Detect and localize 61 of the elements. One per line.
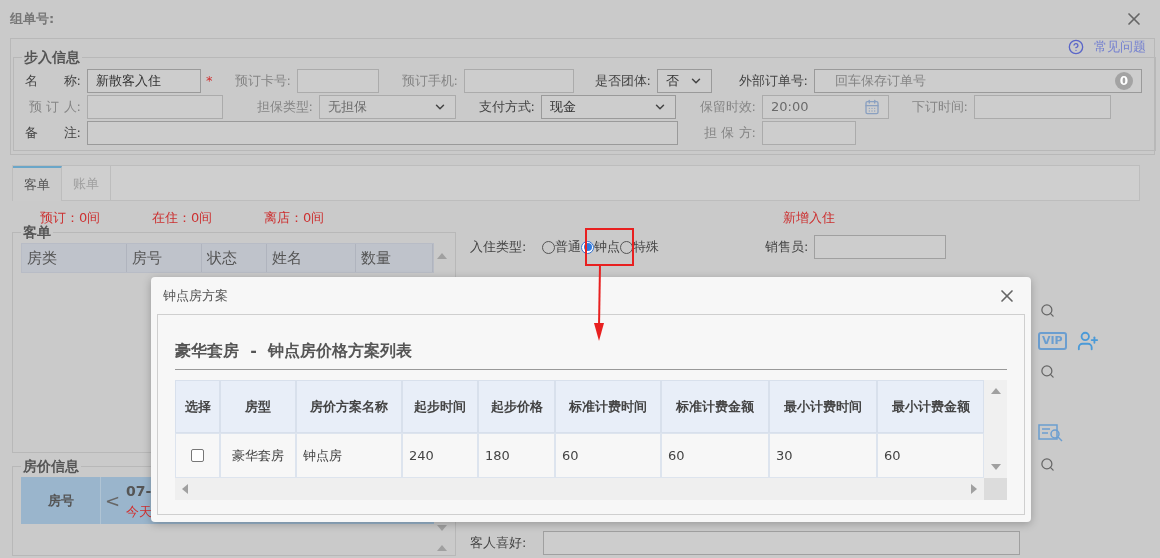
table-cell: 60 — [877, 433, 984, 478]
field-label: 下订时间: — [910, 98, 968, 117]
column-header: 起步价格 — [478, 380, 555, 433]
table-cell: 钟点房 — [296, 433, 402, 478]
select-field[interactable]: 现金 — [541, 95, 676, 119]
field-label: 名 称: — [23, 72, 81, 91]
column-header: 房号 — [127, 244, 203, 272]
dialog-title: 钟点房方案 — [163, 286, 228, 305]
table-heading: 豪华套房 - 钟点房价格方案列表 — [175, 339, 1007, 370]
room-count: 预订：0间 — [40, 209, 102, 226]
column-header: 标准计费时间 — [555, 380, 661, 433]
column-header: 姓名 — [266, 244, 357, 272]
column-header: 房号 — [21, 477, 101, 525]
radio-option[interactable]: 普通 — [542, 237, 581, 257]
field-label: 预订手机: — [400, 72, 458, 91]
field-label: 预 订 人: — [28, 98, 81, 117]
today-label: 今天 — [126, 502, 153, 521]
column-header: 房价方案名称 — [296, 380, 402, 433]
previous-date-button[interactable]: < — [105, 487, 121, 515]
table-cell: 180 — [478, 433, 555, 478]
select-field[interactable]: 否 — [657, 69, 712, 93]
section-title: 房价信息 — [22, 457, 80, 477]
table-cell: 30 — [769, 433, 877, 478]
field-label: 是否团体: — [593, 72, 651, 91]
radio-option[interactable]: 钟点 — [581, 237, 620, 257]
table-cell: 60 — [661, 433, 769, 478]
table-cell: 豪华套房 — [220, 433, 296, 478]
field-label: 担保类型: — [255, 98, 313, 117]
section-title: 客单 — [22, 224, 51, 242]
field-label: 外部订单号: — [737, 72, 808, 91]
required-mark: * — [206, 72, 213, 91]
date-label: 07- — [126, 481, 153, 501]
input-field[interactable]: 回车保存订单号 0 — [814, 69, 1142, 93]
column-header: 最小计费时间 — [769, 380, 877, 433]
new-checkin-link[interactable]: 新增入住 — [783, 208, 835, 228]
table-cell: 60 — [555, 433, 661, 478]
tab[interactable]: 客单 — [13, 166, 62, 201]
room-count: 在住：0间 — [152, 209, 214, 228]
faq-link[interactable]: 常见问题 — [1094, 37, 1146, 57]
column-header: 房型 — [220, 380, 296, 433]
field-label: 备 注: — [23, 124, 81, 143]
window-title: 组单号: — [10, 10, 55, 29]
count-badge: 0 — [1115, 72, 1133, 90]
section-title: 步入信息 — [23, 48, 81, 67]
room-count: 离店：0间 — [264, 209, 326, 228]
column-header: 状态 — [202, 244, 267, 272]
column-header: 标准计费金额 — [661, 380, 769, 433]
column-header: 数量 — [356, 244, 433, 272]
table-cell: 240 — [402, 433, 478, 478]
field-label: 保留时效: — [698, 98, 756, 117]
column-header: 选择 — [175, 380, 220, 433]
field-label: 入住类型: — [470, 238, 528, 257]
column-header: 最小计费金额 — [877, 380, 984, 433]
field-label: 担 保 方: — [703, 124, 756, 143]
column-header: 房类 — [22, 244, 128, 272]
field-label: 销售员: — [765, 238, 809, 257]
field-label: 预订卡号: — [233, 72, 291, 91]
input-field[interactable]: 新散客入住 — [87, 69, 201, 93]
field-label: 支付方式: — [477, 98, 535, 117]
field-label: 客人喜好: — [470, 534, 528, 553]
column-header: 起步时间 — [402, 380, 478, 433]
